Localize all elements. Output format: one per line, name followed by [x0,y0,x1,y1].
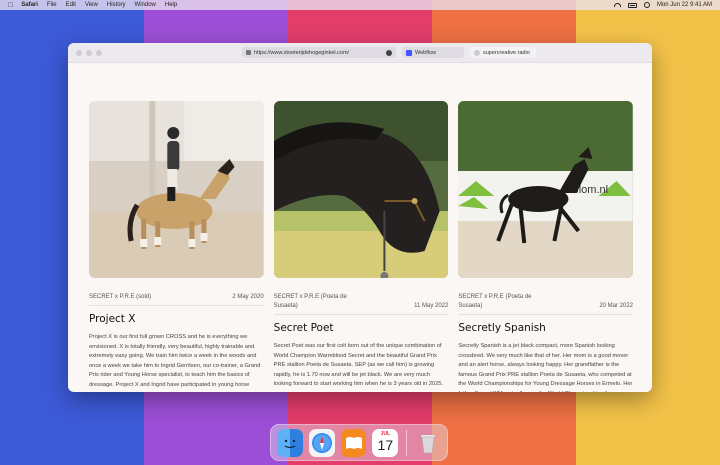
menu-edit[interactable]: Edit [66,2,76,8]
wifi-icon[interactable] [613,3,621,7]
dock-separator [406,429,408,456]
apple-menu-icon[interactable]:  [8,2,13,9]
user-icon[interactable] [643,2,650,8]
menu-help[interactable]: Help [165,2,177,8]
close-button[interactable] [76,49,82,56]
menu-view[interactable]: View [85,2,98,8]
battery-icon[interactable] [627,2,637,8]
radio-favicon-icon [474,49,480,56]
horse-card[interactable]: ublom.nl SECRET x P.R.E (Poeta de Susaet… [458,101,634,392]
calendar-day: 17 [377,436,394,453]
horse-card[interactable]: SECRET x P.R.E (Poeta de Susaeta) 11 May… [273,101,449,392]
tab-label: supercreative radio [483,49,530,56]
tab-label: Webflow [415,49,436,56]
horse-meta: SECRET x P.R.E (Poeta de Susaeta) 20 Mar… [458,293,634,315]
horse-description: Secretly Spanish is a jet black compact,… [458,343,633,392]
horse-meta: SECRET x P.R.E (sold) 2 May 2020 [89,293,264,306]
menu-history[interactable]: History [107,2,126,8]
horse-photo-secret-poet[interactable] [273,101,449,278]
horse-lineage: SECRET x P.R.E (Poeta de Susaeta) [273,294,347,309]
browser-window: https://www.stoeterijdehogeginkel.com/ W… [68,43,652,392]
minimize-button[interactable] [86,49,92,56]
dock: JUL 17 [270,424,448,461]
horse-lineage: SECRET x P.R.E (Poeta de Susaeta) [458,294,532,309]
menu-safari[interactable]: Safari [21,2,38,8]
calendar-icon[interactable]: JUL 17 [372,428,399,457]
horse-card[interactable]: SECRET x P.R.E (sold) 2 May 2020 Project… [89,101,264,392]
menu-file[interactable]: File [47,2,57,8]
books-icon[interactable] [340,428,367,457]
browser-toolbar: https://www.stoeterijdehogeginkel.com/ W… [68,43,652,63]
horse-date: 11 May 2022 [414,303,449,309]
safari-icon[interactable] [308,428,335,457]
horse-title[interactable]: Project X [89,313,264,325]
address-bar[interactable]: https://www.stoeterijdehogeginkel.com/ [242,47,396,58]
horse-title[interactable]: Secretly Spanish [458,322,633,334]
page-content: SECRET x P.R.E (sold) 2 May 2020 Project… [68,63,652,392]
tab-supercreative-radio[interactable]: supercreative radio [470,47,536,58]
share-icon[interactable] [386,49,392,56]
window-controls [76,49,102,56]
webflow-favicon-icon [406,49,412,56]
zoom-button[interactable] [96,49,102,56]
horse-date: 20 Mar 2022 [599,303,634,309]
menubar-clock[interactable]: Mon Jun 22 9:41 AM [657,2,712,8]
horse-meta: SECRET x P.R.E (Poeta de Susaeta) 11 May… [273,293,449,315]
lock-icon [246,50,251,55]
menu-window[interactable]: Window [135,2,156,8]
horse-description: Secret Poet was our first colt born out … [273,343,444,388]
finder-icon[interactable] [277,428,303,457]
horse-description: Project X is our first full grown CROSS … [89,334,261,392]
url-text: https://www.stoeterijdehogeginkel.com/ [254,49,350,56]
menu-bar:  Safari File Edit View History Window H… [0,0,720,10]
horse-title[interactable]: Secret Poet [274,322,449,334]
horse-photo-project-x[interactable] [89,101,264,278]
horse-lineage: SECRET x P.R.E (sold) [89,294,152,300]
trash-icon[interactable] [415,429,441,457]
horse-photo-secretly-spanish[interactable]: ublom.nl [458,101,634,278]
tab-webflow[interactable]: Webflow [402,47,464,58]
horse-date: 2 May 2020 [232,294,264,300]
